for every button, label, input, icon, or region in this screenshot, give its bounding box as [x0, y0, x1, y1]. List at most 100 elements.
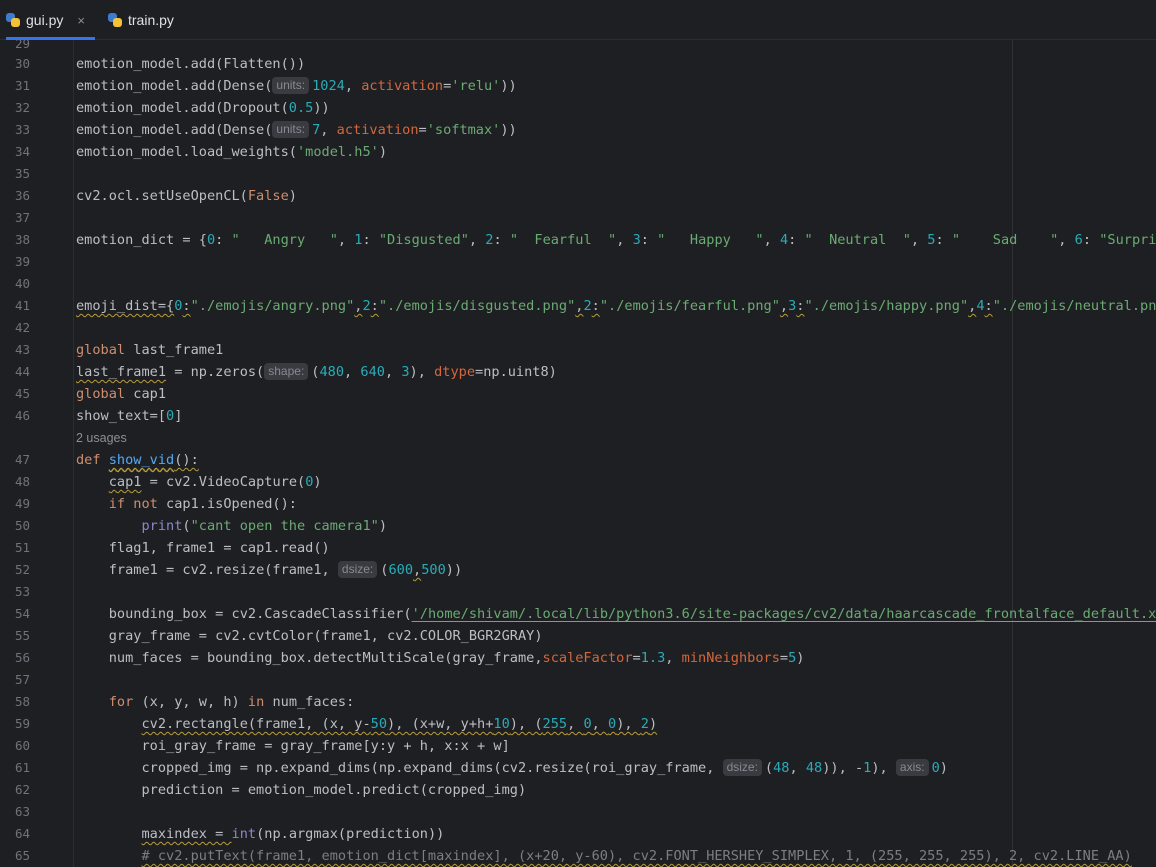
- code-line: 45 global cap1: [0, 383, 1156, 405]
- line-number: 35: [14, 166, 30, 181]
- code-line: 41 emoji_dist={0:"./emojis/angry.png",2:"…: [0, 295, 1156, 317]
- code-text: cv2.ocl.setUseOpenCL(False): [76, 188, 297, 204]
- line-number: 39: [14, 254, 30, 269]
- code-text: flag1, frame1 = cap1.read(): [108, 540, 330, 556]
- code-line: 36 cv2.ocl.setUseOpenCL(False): [0, 185, 1156, 207]
- code-line: 34 emotion_model.load_weights('model.h5'): [0, 141, 1156, 163]
- code-line: 58 for (x, y, w, h) in num_faces:: [0, 691, 1156, 713]
- python-file-icon: [108, 13, 122, 27]
- code-line: 37: [0, 207, 1156, 229]
- line-number: 41: [14, 298, 30, 313]
- line-number: 48: [14, 474, 30, 489]
- tab-gui-py[interactable]: gui.py ×: [6, 0, 95, 40]
- line-number: 65: [14, 848, 30, 863]
- code-text: maxindex = int(np.argmax(prediction)): [141, 826, 445, 842]
- code-line: 31 emotion_model.add(Dense(units: 1024, ac…: [0, 75, 1156, 97]
- code-line: 63: [0, 801, 1156, 823]
- code-line: 62 prediction = emotion_model.predict(cr…: [0, 779, 1156, 801]
- tab-train-py[interactable]: train.py: [108, 0, 174, 40]
- code-line: 52 frame1 = cv2.resize(frame1, dsize: (60…: [0, 559, 1156, 581]
- parameter-hint: dsize:: [722, 759, 762, 776]
- line-number: 47: [14, 452, 30, 467]
- code-text: global last_frame1: [76, 342, 224, 358]
- code-line: 35: [0, 163, 1156, 185]
- line-number: 52: [14, 562, 30, 577]
- line-number: 50: [14, 518, 30, 533]
- parameter-hint: units:: [272, 77, 310, 94]
- code-line: 38 emotion_dict = {0: " Angry ", 1: "Disg…: [0, 229, 1156, 251]
- code-text: global cap1: [76, 386, 167, 402]
- parameter-hint: dsize:: [337, 561, 378, 578]
- line-number: 33: [14, 122, 30, 137]
- code-text: cropped_img = np.expand_dims(np.expand_d…: [141, 759, 948, 776]
- code-line: 60 roi_gray_frame = gray_frame[y:y + h, …: [0, 735, 1156, 757]
- usages-hint[interactable]: 2 usages: [76, 427, 127, 449]
- code-line: 64 maxindex = int(np.argmax(prediction)): [0, 823, 1156, 845]
- code-line: 53: [0, 581, 1156, 603]
- tab-label: gui.py: [26, 12, 64, 28]
- code-editor[interactable]: 29 30 emotion_model.add(Flatten()) 31 emot…: [0, 40, 1156, 867]
- line-number: 64: [14, 826, 30, 841]
- code-text: emoji_dist={0:"./emojis/angry.png",2:"./…: [76, 298, 1156, 314]
- code-line: 47 def show_vid():: [0, 449, 1156, 471]
- code-line: 54 bounding_box = cv2.CascadeClassifier(…: [0, 603, 1156, 625]
- code-line: 51 flag1, frame1 = cap1.read(): [0, 537, 1156, 559]
- line-number: 46: [14, 408, 30, 423]
- code-text: last_frame1 = np.zeros(shape: (480, 640, …: [76, 363, 557, 380]
- line-number: 30: [14, 56, 30, 71]
- code-line: 43 global last_frame1: [0, 339, 1156, 361]
- code-line: 65 # cv2.putText(frame1, emotion_dict[ma…: [0, 845, 1156, 867]
- line-number: 57: [14, 672, 30, 687]
- code-line: 42: [0, 317, 1156, 339]
- code-text: cap1 = cv2.VideoCapture(0): [108, 474, 322, 490]
- parameter-hint: axis:: [895, 759, 929, 776]
- code-text: print("cant open the camera1"): [141, 518, 388, 534]
- code-line: 44 last_frame1 = np.zeros(shape: (480, 640…: [0, 361, 1156, 383]
- code-line: 40: [0, 273, 1156, 295]
- code-text: for (x, y, w, h) in num_faces:: [108, 694, 355, 710]
- code-text: show_text=[0]: [76, 408, 183, 424]
- line-number: 53: [14, 584, 30, 599]
- code-line: 46 show_text=[0]: [0, 405, 1156, 427]
- parameter-hint: shape:: [264, 363, 309, 380]
- code-text: emotion_model.add(Flatten()): [76, 56, 306, 72]
- editor-tab-bar: gui.py × train.py: [0, 0, 1156, 40]
- code-line: 57: [0, 669, 1156, 691]
- tab-label: train.py: [128, 12, 174, 28]
- line-number: 55: [14, 628, 30, 643]
- line-number: 42: [14, 320, 30, 335]
- code-line: 59 cv2.rectangle(frame1, (x, y-50), (x+w…: [0, 713, 1156, 735]
- line-number: 44: [14, 364, 30, 379]
- line-number: 38: [14, 232, 30, 247]
- code-text: # cv2.putText(frame1, emotion_dict[maxin…: [141, 848, 1132, 864]
- code-text: emotion_model.load_weights('model.h5'): [76, 144, 388, 160]
- python-file-icon: [6, 13, 20, 27]
- line-number: 58: [14, 694, 30, 709]
- line-number: 59: [14, 716, 30, 731]
- code-text: frame1 = cv2.resize(frame1, dsize: (600,5…: [108, 561, 463, 578]
- code-text: gray_frame = cv2.cvtColor(frame1, cv2.CO…: [108, 628, 543, 644]
- close-tab-icon[interactable]: ×: [77, 13, 85, 28]
- code-text: def show_vid():: [76, 452, 199, 468]
- code-text: prediction = emotion_model.predict(cropp…: [141, 782, 527, 798]
- code-line: 61 cropped_img = np.expand_dims(np.expan…: [0, 757, 1156, 779]
- code-text: emotion_model.add(Dense(units: 1024, acti…: [76, 77, 517, 94]
- code-text: num_faces = bounding_box.detectMultiScal…: [108, 650, 805, 666]
- code-text: if not cap1.isOpened():: [108, 496, 297, 512]
- code-line: 50 print("cant open the camera1"): [0, 515, 1156, 537]
- code-line: 30 emotion_model.add(Flatten()): [0, 53, 1156, 75]
- line-number: 61: [14, 760, 30, 775]
- line-number: 51: [14, 540, 30, 555]
- code-line: 33 emotion_model.add(Dense(units: 7, activ…: [0, 119, 1156, 141]
- line-number: 60: [14, 738, 30, 753]
- line-number: 45: [14, 386, 30, 401]
- line-number: 54: [14, 606, 30, 621]
- parameter-hint: units:: [272, 121, 310, 138]
- usages-hint-line: 2 usages: [0, 427, 1156, 449]
- line-number: 56: [14, 650, 30, 665]
- code-text: roi_gray_frame = gray_frame[y:y + h, x:x…: [141, 738, 510, 754]
- code-line: 55 gray_frame = cv2.cvtColor(frame1, cv2…: [0, 625, 1156, 647]
- code-line: 39: [0, 251, 1156, 273]
- line-number: 40: [14, 276, 30, 291]
- line-number: 43: [14, 342, 30, 357]
